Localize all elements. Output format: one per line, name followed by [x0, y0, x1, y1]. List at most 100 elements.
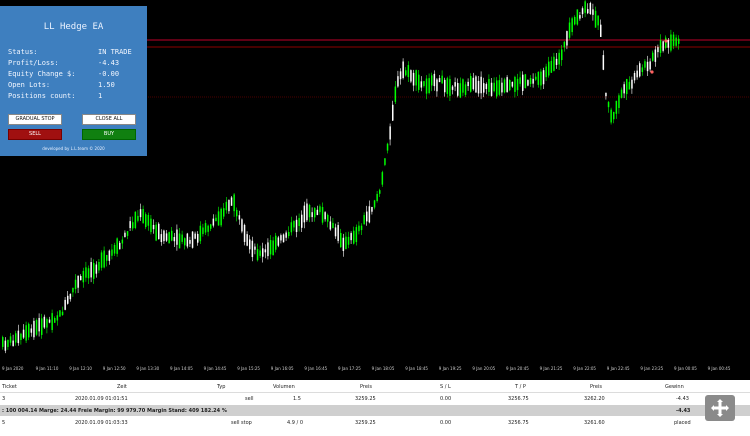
table-row[interactable]: 3 2020.01.09 01:01:51 sell 1.5 3259.25 0… [0, 393, 750, 404]
candle-body [602, 55, 605, 70]
candle-body [667, 39, 670, 48]
account-summary-text: : 100 004.14 Marge: 24.44 Freie Margin: … [2, 408, 227, 414]
candle-body [124, 232, 126, 238]
table-row[interactable]: 5 2020.01.09 01:03:33 sell stop 4.9 / 0 … [0, 417, 750, 428]
candle-body [363, 215, 365, 224]
candle-body [173, 237, 176, 242]
candle-body [168, 232, 170, 244]
candle-body [553, 56, 555, 71]
candle-body [139, 209, 142, 218]
candle-body [558, 52, 560, 65]
candle-body [532, 78, 534, 84]
candle-body [662, 41, 664, 51]
candle-body [386, 143, 389, 151]
candle-body [197, 233, 199, 243]
col-time[interactable]: Zeit [117, 384, 127, 390]
candle-body [652, 52, 654, 61]
candle-body [566, 31, 568, 46]
candle-body [412, 72, 415, 86]
close-all-button[interactable]: CLOSE ALL [82, 114, 136, 125]
candle-body [9, 336, 12, 343]
candle-body [103, 250, 105, 268]
candle-body [202, 227, 204, 235]
candle-body [184, 238, 186, 246]
candle-body [368, 206, 371, 223]
candle-body [194, 233, 196, 239]
time-axis-label: 9 Jan 16:05 [270, 366, 294, 371]
candle-body [147, 214, 150, 226]
col-profit[interactable]: Gewinn [665, 384, 684, 390]
candle-body [152, 224, 155, 230]
candle-body [228, 199, 230, 212]
candle-body [654, 49, 657, 62]
gradual-stop-button[interactable]: GRADUAL STOP [8, 114, 62, 125]
buy-button[interactable]: BUY [82, 129, 136, 140]
candle-body [678, 38, 680, 44]
candle-body [358, 225, 360, 232]
candle-body [334, 227, 337, 237]
candle-body [181, 234, 183, 242]
profit-loss-label: Profit/Loss: [8, 59, 59, 67]
tp-cell: 3256.75 [508, 420, 529, 426]
candle-body [496, 80, 498, 97]
candle-body [498, 80, 501, 95]
candle-body [464, 84, 467, 95]
ea-footer: developed by L.L.team © 2020 [42, 146, 105, 151]
candle-body [285, 232, 287, 238]
candle-body [636, 70, 638, 78]
time-axis-label: 9 Jan 17:25 [338, 366, 361, 371]
candle-body [98, 261, 100, 271]
trade-marker [650, 70, 654, 74]
status-label: Status: [8, 48, 38, 56]
candle-body [150, 218, 152, 233]
candle-body [20, 333, 22, 340]
candle-body [267, 242, 269, 257]
time-axis-label: 9 Jan 19:25 [438, 366, 462, 371]
candle-body [337, 225, 339, 241]
candle-body [459, 83, 462, 98]
candle-body [462, 79, 464, 93]
candle-body [243, 224, 246, 242]
sell-button[interactable]: SELL [8, 129, 62, 140]
candle-body [241, 219, 243, 232]
candle-body [535, 76, 537, 80]
candle-body [350, 233, 352, 241]
candle-body [529, 78, 532, 84]
candle-body [524, 74, 527, 89]
col-type[interactable]: Typ [217, 384, 225, 390]
close-overlay-button[interactable] [705, 395, 735, 421]
col-sl[interactable]: S / L [440, 384, 451, 390]
col-volume[interactable]: Volumen [273, 384, 295, 390]
candle-body [644, 61, 646, 68]
candle-body [275, 235, 277, 250]
candle-body [269, 240, 272, 255]
candle-body [223, 208, 225, 217]
candle-body [262, 248, 264, 257]
candle-body [433, 73, 436, 87]
candle-body [537, 71, 540, 85]
positions-count-label: Positions count: [8, 92, 76, 100]
candle-body [425, 78, 428, 94]
candle-body [230, 197, 233, 206]
col-tp[interactable]: T / P [515, 384, 526, 390]
candle-body [670, 34, 672, 51]
time-axis-label: 9 Jan 12:50 [102, 366, 126, 371]
col-current-price[interactable]: Preis [590, 384, 602, 390]
candle-body [649, 61, 651, 70]
candle-body [340, 232, 342, 248]
candle-body [675, 37, 677, 46]
candle-body [301, 214, 303, 228]
candle-body [392, 104, 394, 121]
candle-body [113, 245, 116, 254]
candle-body [639, 63, 641, 77]
candle-body [581, 8, 584, 15]
col-ticket[interactable]: Ticket [2, 384, 17, 390]
col-price[interactable]: Preis [360, 384, 372, 390]
candle-body [574, 16, 576, 25]
candle-body [160, 234, 163, 243]
candle-body [100, 252, 103, 268]
candle-body [316, 209, 319, 216]
candle-body [542, 70, 545, 85]
profit-loss-value: -4.43 [98, 59, 120, 67]
candle-body [298, 218, 300, 227]
